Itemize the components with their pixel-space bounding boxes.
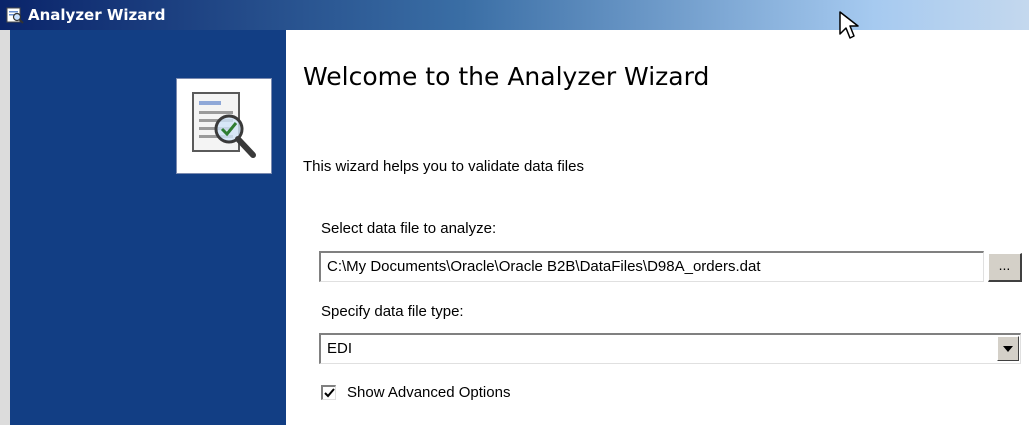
mouse-pointer-icon [838, 10, 862, 42]
file-type-select[interactable]: EDI [319, 333, 1021, 364]
file-path-input[interactable]: C:\My Documents\Oracle\Oracle B2B\DataFi… [319, 251, 984, 282]
browse-button[interactable]: ... [988, 253, 1022, 282]
wizard-description: This wizard helps you to validate data f… [303, 158, 584, 175]
file-type-selected-value: EDI [327, 340, 353, 357]
title-bar[interactable]: Analyzer Wizard [0, 0, 1029, 39]
wizard-app-icon [6, 6, 24, 24]
page-title: Welcome to the Analyzer Wizard [303, 62, 710, 91]
window-title: Analyzer Wizard [28, 6, 166, 24]
document-magnifier-icon [176, 78, 272, 174]
file-path-label: Select data file to analyze: [321, 220, 497, 237]
side-banner-panel [0, 30, 286, 425]
analyzer-wizard-window: Analyzer Wizard Welcome to the Analyzer … [0, 0, 1029, 425]
chevron-down-icon[interactable] [997, 336, 1019, 361]
advanced-options-checkbox[interactable] [321, 385, 336, 400]
file-type-label: Specify data file type: [321, 303, 464, 320]
advanced-options-label[interactable]: Show Advanced Options [347, 384, 510, 401]
